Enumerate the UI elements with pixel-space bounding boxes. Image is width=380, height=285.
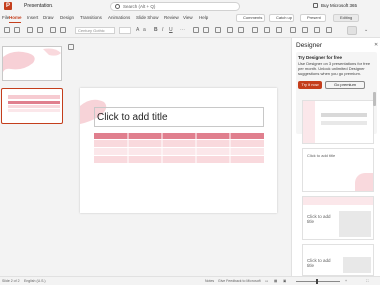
suggestion-title-text: Click to add title xyxy=(307,153,336,158)
slide-sorter-icon[interactable]: ▦ xyxy=(274,279,277,283)
status-bar: Slide 2 of 2 English (U.S.) Notes Give F… xyxy=(0,276,380,285)
slide-counter: Slide 2 of 2 xyxy=(2,279,20,283)
tab-design[interactable]: Design xyxy=(60,15,74,20)
active-tab-indicator xyxy=(9,22,21,23)
tab-help[interactable]: Help xyxy=(199,15,208,20)
reading-view-icon[interactable]: ▣ xyxy=(283,279,286,283)
design-suggestion-2[interactable]: Click to add title xyxy=(302,148,374,192)
shapes-icon[interactable] xyxy=(227,27,233,33)
design-suggestion-4[interactable]: Click to add title xyxy=(302,244,374,276)
slide-thumbnail-2[interactable] xyxy=(1,88,63,124)
zoom-slider-thumb[interactable] xyxy=(316,279,318,284)
tab-view[interactable]: View xyxy=(183,15,193,20)
more-font-icon[interactable]: ⋯ xyxy=(180,27,185,33)
search-icon xyxy=(115,4,120,9)
title-placeholder[interactable]: Click to add title xyxy=(94,107,264,127)
promo-description: Use Designer on 3 presentations for free… xyxy=(298,61,371,76)
copilot-icon[interactable] xyxy=(314,27,320,33)
add-ins-icon[interactable] xyxy=(326,27,332,33)
table[interactable] xyxy=(94,133,264,163)
shrink-font-icon[interactable]: a xyxy=(143,27,146,33)
designer-scrollbar[interactable] xyxy=(373,92,376,106)
ribbon-toolbar: Century Gothic A a B I U ⋯ ⌄ xyxy=(0,24,380,38)
suggestion-table xyxy=(343,257,371,273)
close-icon[interactable]: ✕ xyxy=(374,42,378,48)
quick-styles-icon[interactable] xyxy=(252,27,258,33)
italic-icon[interactable]: I xyxy=(162,27,163,33)
title-bar: P Presentation ⌄ Search (Alt + Q) Buy Mi… xyxy=(0,0,380,12)
zoom-slider[interactable] xyxy=(296,281,340,282)
search-placeholder: Search (Alt + Q) xyxy=(123,4,156,9)
fit-to-window-icon[interactable]: ⛶ xyxy=(366,279,368,283)
go-premium-button[interactable]: Go premium xyxy=(325,81,365,89)
tab-slide-show[interactable]: Slide Show xyxy=(136,15,159,20)
normal-view-icon[interactable]: ▭ xyxy=(265,279,268,283)
tab-animations[interactable]: Animations xyxy=(108,15,130,20)
dictate-icon[interactable] xyxy=(302,27,308,33)
notes-button[interactable]: Notes xyxy=(205,279,214,283)
tab-transitions[interactable]: Transitions xyxy=(80,15,102,20)
suggestion-title-text: Click to add title xyxy=(307,214,331,224)
arrange-icon[interactable] xyxy=(238,27,244,33)
designer-button[interactable] xyxy=(347,26,357,35)
suggestion-line xyxy=(321,113,367,117)
buy-microsoft-365-link[interactable]: Buy Microsoft 365 xyxy=(321,3,357,8)
search-input[interactable]: Search (Alt + Q) xyxy=(110,2,240,11)
bold-icon[interactable]: B xyxy=(154,27,158,33)
thumb-table-row xyxy=(8,109,60,112)
language-indicator[interactable]: English (U.S.) xyxy=(24,279,46,283)
shape-outline-icon[interactable] xyxy=(276,27,282,33)
thumb-table-header xyxy=(8,101,60,104)
chevron-down-icon[interactable]: ⌄ xyxy=(50,3,53,8)
suggestion-line xyxy=(321,121,367,125)
feedback-link[interactable]: Give Feedback to Microsoft xyxy=(218,279,261,283)
numbering-icon[interactable] xyxy=(203,27,209,33)
tab-insert[interactable]: Insert xyxy=(27,15,38,20)
pink-brush-decoration xyxy=(3,48,61,72)
new-slide-icon[interactable] xyxy=(27,27,33,33)
slide-thumbnail-1[interactable] xyxy=(2,46,62,81)
tab-review[interactable]: Review xyxy=(164,15,179,20)
editing-mode-button[interactable]: Editing xyxy=(333,14,359,22)
designer-title: Designer xyxy=(296,42,323,49)
suggestion-decoration xyxy=(303,197,373,205)
font-family-select[interactable]: Century Gothic xyxy=(75,27,115,34)
find-icon[interactable] xyxy=(290,27,296,33)
design-suggestion-1[interactable] xyxy=(302,100,374,144)
paste-icon[interactable] xyxy=(14,27,20,33)
underline-icon[interactable]: U xyxy=(169,27,173,33)
grow-font-icon[interactable]: A xyxy=(136,27,139,33)
catch-up-button[interactable]: Catch up xyxy=(269,14,294,22)
thumb-title-bar xyxy=(8,95,60,99)
comments-button[interactable]: Comments xyxy=(236,14,265,22)
shape-fill-icon[interactable] xyxy=(264,27,270,33)
suggestion-decoration xyxy=(303,101,315,143)
designer-pane: Designer ✕ Try Designer for free Use Des… xyxy=(291,38,380,276)
diamond-icon xyxy=(313,3,318,8)
powerpoint-logo: P xyxy=(4,2,12,10)
align-icon[interactable] xyxy=(215,27,221,33)
suggestion-title-text: Click to add title xyxy=(307,258,331,268)
bullets-icon[interactable] xyxy=(193,27,199,33)
slide-canvas[interactable]: Click to add title xyxy=(80,88,277,213)
layout-icon[interactable] xyxy=(37,27,43,33)
try-it-now-button[interactable]: Try it now xyxy=(298,81,322,89)
collapse-pane-icon[interactable] xyxy=(68,44,74,50)
suggestion-table xyxy=(339,211,371,237)
reset-icon[interactable] xyxy=(50,27,56,33)
title-placeholder-text: Click to add title xyxy=(97,112,168,123)
design-suggestion-3[interactable]: Click to add title xyxy=(302,196,374,240)
promo-heading: Try Designer for free xyxy=(298,55,343,60)
document-title[interactable]: Presentation xyxy=(24,3,52,9)
ribbon-options-icon[interactable]: ⌄ xyxy=(364,27,368,33)
font-size-select[interactable] xyxy=(119,27,131,34)
section-icon[interactable] xyxy=(60,27,66,33)
tab-draw[interactable]: Draw xyxy=(43,15,54,20)
present-button[interactable]: Present xyxy=(300,14,326,22)
tab-home[interactable]: Home xyxy=(9,15,22,20)
suggestion-decoration xyxy=(355,173,373,191)
zoom-in-icon[interactable]: + xyxy=(345,279,347,283)
thumb-table-row xyxy=(8,105,60,108)
undo-icon[interactable] xyxy=(4,27,10,33)
